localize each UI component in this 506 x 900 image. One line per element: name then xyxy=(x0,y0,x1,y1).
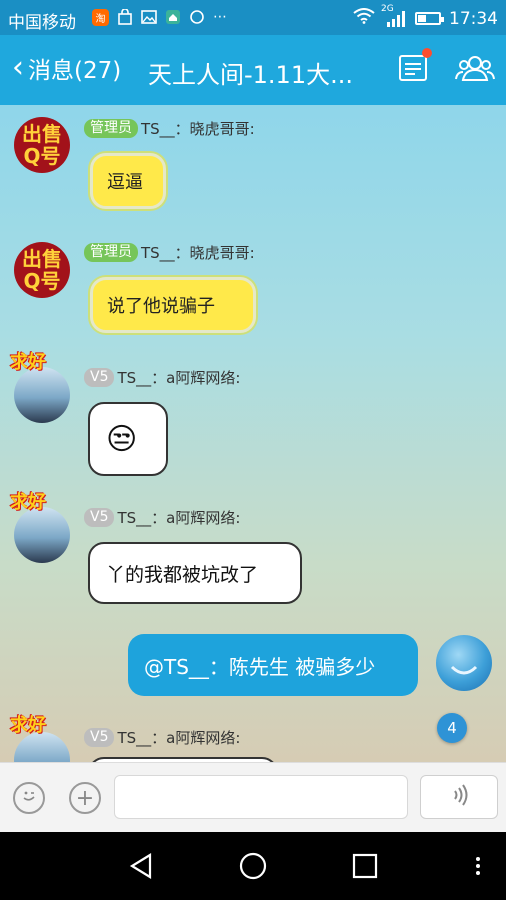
avatar-sticker: 求好 xyxy=(10,492,46,513)
nav-home-button[interactable] xyxy=(239,852,267,884)
message-input[interactable] xyxy=(114,775,408,819)
avatar-text: 出售Q号 xyxy=(22,122,62,168)
input-bar: + xyxy=(0,762,506,833)
sender-name: TS__：晓虎哥哥: xyxy=(141,244,255,262)
network-type: 2G xyxy=(381,3,394,14)
sender-name: TS__：a阿辉网络: xyxy=(117,509,241,527)
notification-icons: 淘 ⋯ xyxy=(92,8,227,29)
taobao-icon: 淘 xyxy=(92,9,109,26)
sender-name: TS__：a阿辉网络: xyxy=(117,729,241,747)
gallery-icon xyxy=(141,9,157,29)
battery-icon xyxy=(415,12,444,25)
carrier-name: 中国移动 xyxy=(8,13,76,33)
message-emoji: 😒 xyxy=(106,421,138,457)
message-bubble[interactable]: 说了他说骗子 xyxy=(90,277,256,333)
title-bar: ‹ 消息(27) 天上人间-1.11大... xyxy=(0,35,506,105)
nav-recents-button[interactable] xyxy=(352,852,378,884)
message-meta: V5 TS__：a阿辉网络: xyxy=(84,727,240,748)
message-meta: V5 TS__：a阿辉网络: xyxy=(84,367,240,388)
smiley-icon xyxy=(19,785,39,811)
square-recents-icon xyxy=(352,853,378,884)
message-bubble[interactable]: 丫的我都被坑改了 xyxy=(88,542,302,604)
nav-menu-button[interactable] xyxy=(474,852,482,884)
list-button[interactable] xyxy=(398,48,432,87)
unread-count-badge[interactable]: 4 xyxy=(437,713,467,743)
smile-face-icon xyxy=(450,665,478,675)
sender-name: TS__：晓虎哥哥: xyxy=(141,120,255,138)
voice-icon xyxy=(446,782,472,813)
plus-icon: + xyxy=(75,785,95,811)
avatar[interactable] xyxy=(14,367,70,423)
more-notifications-icon: ⋯ xyxy=(213,9,227,25)
circle-icon xyxy=(189,9,205,29)
my-message-bubble[interactable]: @TS__：陈先生 被骗多少 xyxy=(128,634,418,696)
avatar-text: 出售Q号 xyxy=(22,247,62,293)
message-bubble[interactable]: 逗逼 xyxy=(90,153,166,209)
role-badge: 管理员 xyxy=(84,243,138,262)
home-app-icon xyxy=(165,9,181,29)
avatar[interactable]: 出售Q号 xyxy=(14,117,70,173)
circle-home-icon xyxy=(239,852,267,884)
role-badge: V5 xyxy=(84,508,115,527)
list-icon xyxy=(398,55,428,87)
status-bar: 中国移动 淘 ⋯ 2G 17:34 xyxy=(0,0,506,35)
role-badge: V5 xyxy=(84,728,115,747)
avatar-sticker: 求好 xyxy=(10,715,46,736)
message-text: 丫的我都被坑改了 xyxy=(106,563,259,586)
message-meta: 管理员 TS__：晓虎哥哥: xyxy=(84,242,255,263)
group-members-icon xyxy=(455,56,495,87)
role-badge: 管理员 xyxy=(84,119,138,138)
more-vert-icon xyxy=(474,857,482,884)
chevron-left-icon: ‹ xyxy=(12,50,24,85)
message-meta: 管理员 TS__：晓虎哥哥: xyxy=(84,118,255,139)
signal-icon: 2G xyxy=(381,4,407,28)
back-label: 消息(27) xyxy=(28,58,122,84)
notification-dot xyxy=(422,48,432,58)
group-members-button[interactable] xyxy=(455,53,495,87)
nav-back-button[interactable] xyxy=(128,852,154,884)
voice-button[interactable] xyxy=(420,775,498,819)
clock: 17:34 xyxy=(449,8,498,29)
message-text: 逗逼 xyxy=(107,172,143,193)
security-icon xyxy=(117,8,133,29)
message-text: 说了他说骗子 xyxy=(107,296,215,317)
message-bubble[interactable]: 😒 xyxy=(88,402,168,476)
avatar[interactable]: 出售Q号 xyxy=(14,242,70,298)
avatar-sticker: 求好 xyxy=(10,352,46,373)
message-meta: V5 TS__：a阿辉网络: xyxy=(84,507,240,528)
chat-area[interactable]: 出售Q号 管理员 TS__：晓虎哥哥: 逗逼 出售Q号 管理员 TS__：晓虎哥… xyxy=(0,105,506,762)
role-badge: V5 xyxy=(84,368,115,387)
wifi-icon xyxy=(353,8,375,29)
message-text: @TS__：陈先生 被骗多少 xyxy=(144,654,376,679)
system-nav-bar xyxy=(0,832,506,900)
add-button[interactable]: + xyxy=(69,782,101,814)
triangle-back-icon xyxy=(128,853,154,884)
chat-title: 天上人间-1.11大... xyxy=(148,61,353,89)
back-button[interactable]: ‹ 消息(27) xyxy=(12,51,121,85)
my-avatar[interactable] xyxy=(436,635,492,691)
avatar[interactable] xyxy=(14,507,70,563)
sender-name: TS__：a阿辉网络: xyxy=(117,369,241,387)
emoji-button[interactable] xyxy=(13,782,45,814)
